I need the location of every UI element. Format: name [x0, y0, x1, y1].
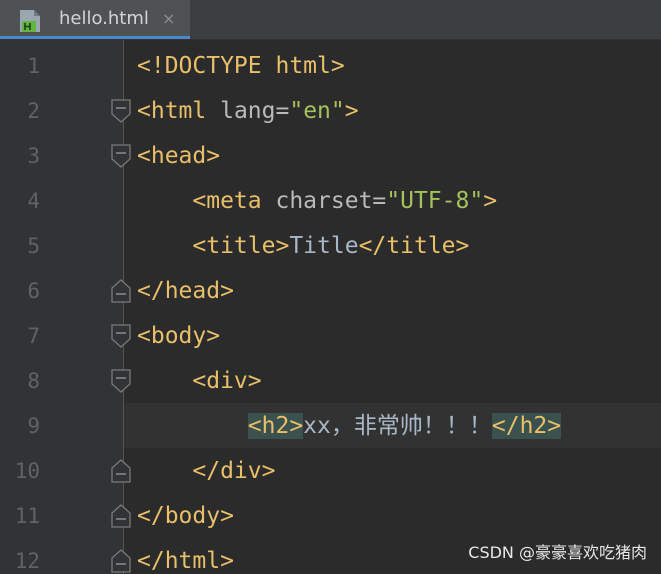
close-tag: >: [483, 188, 498, 214]
code-line[interactable]: </html>: [137, 546, 234, 574]
line-number: 2: [27, 99, 40, 123]
code-line[interactable]: <!DOCTYPE html>: [137, 51, 345, 81]
open-tag: <body>: [137, 323, 221, 349]
open-tag: <h2>: [247, 413, 304, 439]
code-line[interactable]: <title>Title</title>: [137, 231, 469, 261]
open-tag: </html>: [137, 548, 234, 574]
code-line[interactable]: </head>: [137, 276, 234, 306]
fold-open-icon[interactable]: [111, 99, 131, 123]
attribute-name: lang=: [206, 98, 290, 124]
close-tag: </h2>: [491, 413, 562, 439]
tab-hello-html[interactable]: hello.html ×: [0, 0, 190, 39]
line-number: 7: [27, 324, 40, 348]
close-icon[interactable]: ×: [162, 8, 175, 30]
line-number: 11: [14, 504, 40, 528]
open-tag: </div>: [192, 458, 276, 484]
close-tag: >: [344, 98, 359, 124]
open-tag: </body>: [137, 503, 234, 529]
code-line[interactable]: <head>: [137, 141, 220, 171]
line-number: 10: [14, 459, 40, 483]
line-number: 9: [27, 414, 40, 438]
code-line[interactable]: <div>: [137, 366, 262, 396]
line-number: 3: [27, 144, 40, 168]
open-tag: <html: [137, 98, 207, 124]
code-line[interactable]: <html lang="en">: [137, 96, 359, 126]
fold-open-icon[interactable]: [111, 369, 131, 393]
line-number: 12: [14, 549, 40, 573]
code-line[interactable]: </body>: [137, 501, 234, 531]
line-number: 8: [27, 369, 40, 393]
open-tag: <head>: [137, 143, 221, 169]
open-tag: </head>: [137, 278, 234, 304]
text-content: Title: [289, 233, 359, 259]
open-tag: <meta: [192, 188, 262, 214]
line-number: 4: [27, 189, 40, 213]
tab-label: hello.html: [59, 8, 149, 29]
line-number: 6: [27, 279, 40, 303]
attribute-value: "en": [289, 98, 345, 124]
open-tag: <!DOCTYPE html>: [137, 53, 345, 79]
close-tag: </title>: [358, 233, 470, 259]
fold-close-icon[interactable]: [111, 279, 131, 303]
code-line[interactable]: <h2>xx，非常帅！！！</h2>: [137, 411, 562, 441]
fold-close-icon[interactable]: [111, 504, 131, 528]
fold-close-icon[interactable]: [111, 459, 131, 483]
text-content: xx，非常帅！！！: [303, 413, 492, 439]
attribute-value: "UTF-8": [386, 188, 484, 214]
html-file-icon: [20, 10, 40, 32]
editor-tab-bar: hello.html ×: [0, 0, 661, 40]
fold-close-icon[interactable]: [111, 549, 131, 573]
attribute-name: charset=: [261, 188, 387, 214]
open-tag: <div>: [192, 368, 262, 394]
line-number: 5: [27, 234, 40, 258]
open-tag: <title>: [192, 233, 290, 259]
ide-window: hello.html × 1 <!DOCTYPE html> 2 <html lang…: [0, 0, 661, 574]
code-line[interactable]: <body>: [137, 321, 220, 351]
watermark: CSDN @豪豪喜欢吃猪肉: [468, 543, 647, 562]
line-number: 1: [27, 54, 40, 78]
code-line[interactable]: <meta charset="UTF-8">: [137, 186, 497, 216]
fold-open-icon[interactable]: [111, 144, 131, 168]
code-line[interactable]: </div>: [137, 456, 275, 486]
fold-open-icon[interactable]: [111, 324, 131, 348]
